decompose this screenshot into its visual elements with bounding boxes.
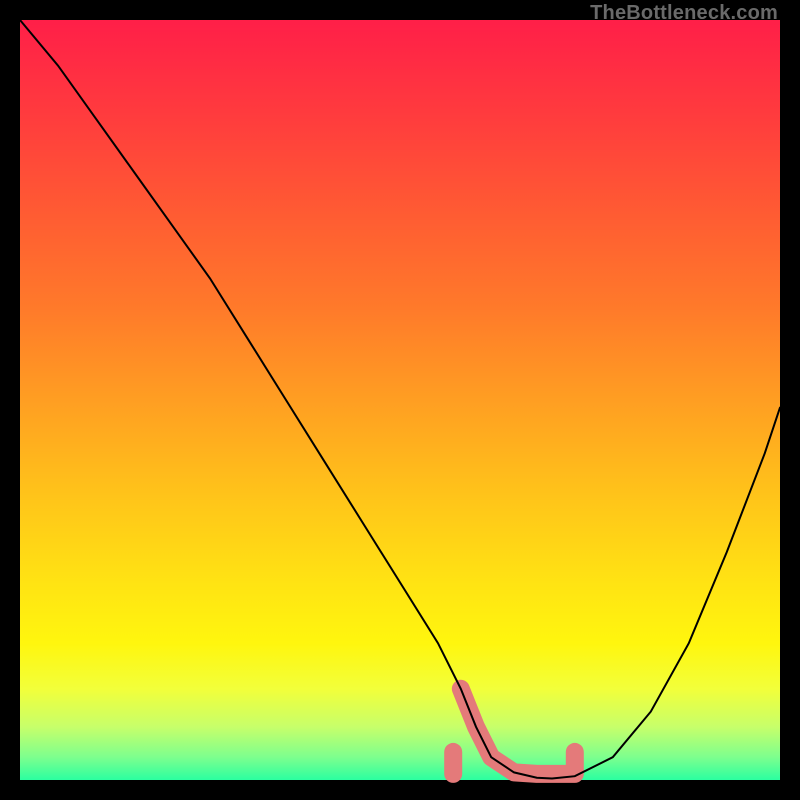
chart-stage: TheBottleneck.com (0, 0, 800, 800)
chart-svg (20, 20, 780, 780)
curve-flat-highlight (453, 689, 575, 774)
watermark-text: TheBottleneck.com (590, 2, 778, 25)
chart-plot-area (20, 20, 780, 780)
bottleneck-curve-line (20, 20, 780, 779)
